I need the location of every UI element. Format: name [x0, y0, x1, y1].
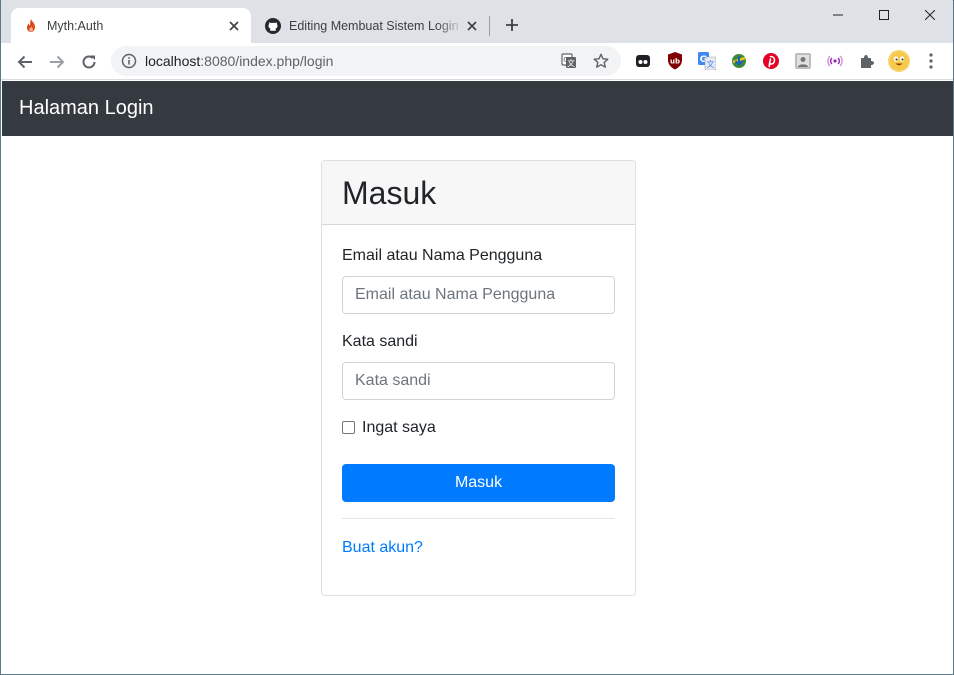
new-tab-button[interactable] — [501, 14, 523, 36]
minimize-icon — [833, 14, 843, 16]
flame-icon — [23, 18, 39, 34]
tab-title: Editing Membuat Sistem Login de — [289, 18, 463, 33]
pinterest-icon[interactable] — [762, 52, 780, 70]
svg-text:文: 文 — [707, 59, 715, 69]
arrow-left-icon — [17, 55, 32, 69]
url-text: localhost:8080/index.php/login — [145, 53, 333, 69]
close-tab-icon[interactable] — [463, 17, 481, 35]
github-icon — [265, 17, 281, 34]
password-field-label: Kata sandi — [342, 333, 418, 350]
divider — [342, 518, 615, 519]
forward-button[interactable] — [43, 48, 71, 76]
plus-icon — [506, 19, 518, 31]
login-submit-button[interactable]: Masuk — [342, 464, 615, 502]
back-button[interactable] — [11, 48, 39, 76]
google-translate-icon[interactable]: G文 — [698, 52, 716, 70]
svg-text:ub: ub — [670, 58, 680, 66]
browser-window: Myth:Auth Editing Membuat Sistem Login d… — [0, 0, 954, 675]
tab-strip: Myth:Auth Editing Membuat Sistem Login d… — [1, 0, 953, 43]
reload-icon — [82, 55, 96, 69]
navbar-brand[interactable]: Halaman Login — [19, 97, 154, 120]
login-card: Masuk Email atau Nama Pengguna Kata sand… — [321, 160, 636, 596]
url-host: localhost — [145, 53, 201, 69]
translate-icon[interactable]: 文G — [561, 53, 577, 69]
register-link[interactable]: Buat akun? — [342, 539, 423, 557]
idm-icon[interactable] — [730, 52, 748, 70]
image-extension-icon[interactable] — [794, 52, 812, 70]
login-field-label: Email atau Nama Pengguna — [342, 247, 543, 264]
address-bar[interactable]: localhost:8080/index.php/login 文G — [111, 46, 621, 76]
maximize-button[interactable] — [861, 0, 907, 30]
maximize-icon — [879, 10, 889, 20]
svg-text:G: G — [563, 56, 568, 64]
password-input[interactable] — [342, 362, 615, 400]
bookmark-star-icon[interactable] — [593, 53, 609, 69]
broadcast-icon[interactable] — [826, 52, 844, 70]
emoji-profile-icon[interactable] — [888, 50, 910, 72]
tab-editing-post[interactable]: Editing Membuat Sistem Login de — [253, 8, 489, 43]
info-icon — [121, 53, 137, 69]
page-title: Masuk — [342, 175, 437, 211]
close-icon — [925, 10, 935, 20]
tab-myth-auth[interactable]: Myth:Auth — [11, 8, 251, 43]
reload-button[interactable] — [75, 48, 103, 76]
close-window-button[interactable] — [907, 0, 953, 30]
url-path: :8080/index.php/login — [200, 53, 334, 69]
login-input[interactable] — [342, 276, 615, 314]
remember-label[interactable]: Ingat saya — [362, 419, 436, 437]
menu-kebab-icon[interactable] — [921, 50, 941, 72]
card-header: Masuk — [322, 161, 635, 225]
tab-separator — [489, 16, 490, 36]
puzzle-icon[interactable] — [858, 52, 876, 70]
remember-checkbox[interactable] — [342, 421, 355, 434]
ublock-icon[interactable]: ub — [666, 52, 684, 70]
tab-title: Myth:Auth — [47, 18, 104, 33]
app-navbar: Halaman Login — [2, 81, 953, 136]
tab-extension-icon[interactable] — [634, 52, 652, 70]
close-tab-icon[interactable] — [225, 17, 243, 35]
minimize-button[interactable] — [815, 0, 861, 30]
arrow-right-icon — [50, 55, 65, 69]
